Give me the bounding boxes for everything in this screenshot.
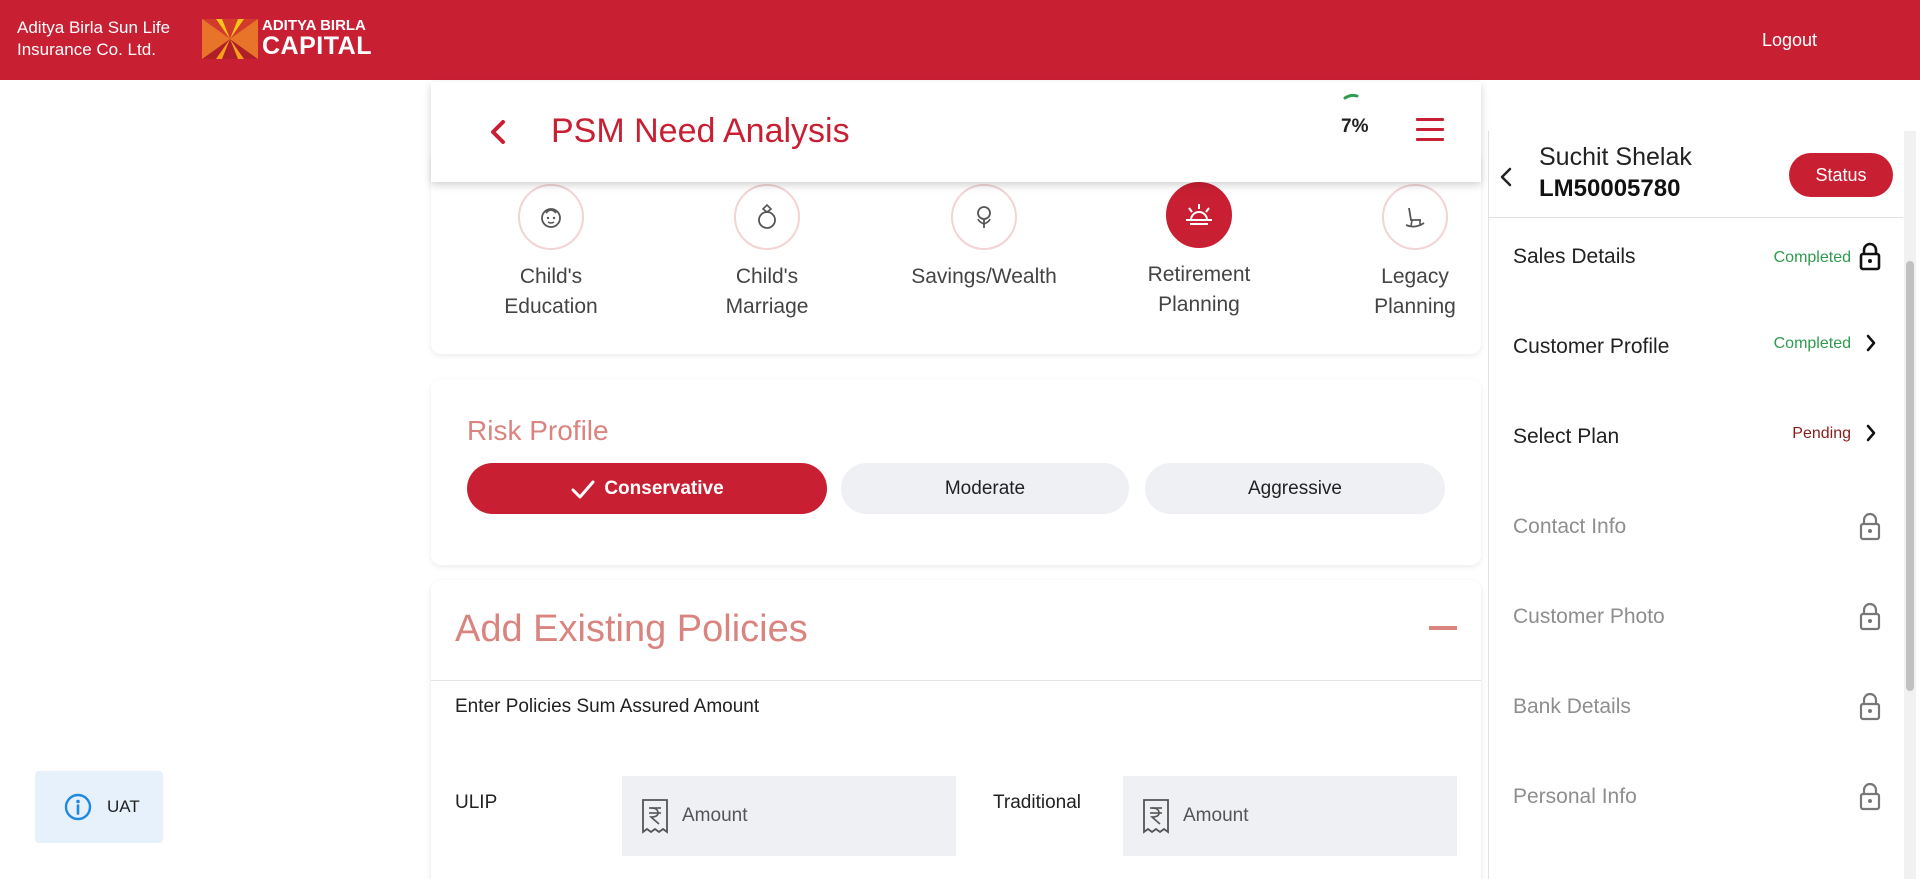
existing-policies-card: Add Existing Policies Enter Policies Sum… bbox=[431, 580, 1481, 879]
logo-text-line2: CAPITAL bbox=[262, 32, 372, 60]
goal-childs-education[interactable]: Child's Education bbox=[476, 184, 626, 322]
panel-scrollbar[interactable] bbox=[1904, 131, 1916, 879]
divider bbox=[431, 680, 1481, 681]
goal-label-line1: Child's bbox=[735, 265, 799, 288]
money-plant-icon bbox=[951, 184, 1017, 250]
traditional-amount-input[interactable]: Amount bbox=[1123, 776, 1457, 856]
environment-label: UAT bbox=[107, 797, 140, 816]
goal-childs-marriage[interactable]: Child's Marriage bbox=[692, 184, 842, 322]
risk-option-aggressive[interactable]: Aggressive bbox=[1145, 463, 1445, 514]
step-label: Select Plan bbox=[1513, 425, 1620, 448]
aditya-birla-capital-logo: ADITYA BIRLA CAPITAL bbox=[202, 18, 372, 59]
lock-icon bbox=[1859, 692, 1881, 721]
step-label: Contact Info bbox=[1513, 515, 1627, 538]
baby-icon bbox=[518, 184, 584, 250]
chevron-left-icon[interactable] bbox=[1499, 165, 1513, 189]
goal-label-line1: Retirement bbox=[1147, 263, 1251, 286]
goal-label-line1: Child's bbox=[519, 265, 583, 288]
risk-profile-card: Risk Profile Conservative Moderate Aggre… bbox=[431, 379, 1481, 565]
step-label: Bank Details bbox=[1513, 695, 1631, 718]
risk-option-conservative[interactable]: Conservative bbox=[467, 463, 827, 514]
goal-label-line1: Savings/Wealth bbox=[911, 265, 1057, 288]
rocking-chair-icon bbox=[1382, 184, 1448, 250]
goal-retirement-planning[interactable]: Retirement Planning bbox=[1124, 182, 1274, 320]
logo-text-line1: ADITYA BIRLA bbox=[262, 17, 366, 34]
existing-policies-title: Add Existing Policies bbox=[455, 608, 808, 650]
chevron-left-icon[interactable] bbox=[485, 114, 511, 150]
ulip-label: ULIP bbox=[455, 792, 498, 813]
collapse-minus-icon[interactable] bbox=[1429, 626, 1457, 630]
step-personal-info: Personal Info bbox=[1489, 767, 1903, 827]
goal-label-line2: Marriage bbox=[725, 295, 809, 318]
insurer-name-line2: Insurance Co. Ltd. bbox=[17, 40, 156, 59]
sunset-icon bbox=[1166, 182, 1232, 248]
step-sales-details[interactable]: Sales Details Completed bbox=[1489, 227, 1903, 287]
goal-savings-wealth[interactable]: Savings/Wealth bbox=[909, 184, 1059, 292]
rupee-receipt-icon bbox=[1143, 799, 1169, 834]
insurer-name: Aditya Birla Sun Life Insurance Co. Ltd. bbox=[17, 17, 187, 61]
customer-id: LM50005780 bbox=[1539, 175, 1681, 202]
step-customer-photo: Customer Photo bbox=[1489, 587, 1903, 647]
step-select-plan[interactable]: Select Plan Pending bbox=[1489, 407, 1903, 467]
lock-icon bbox=[1859, 242, 1881, 271]
customer-name: Suchit Shelak bbox=[1539, 143, 1692, 171]
progress-ring-icon bbox=[1343, 93, 1359, 100]
goal-label-line2: Planning bbox=[1158, 293, 1240, 316]
logout-button[interactable]: Logout bbox=[1762, 30, 1817, 51]
traditional-amount-placeholder: Amount bbox=[1183, 805, 1249, 826]
ulip-amount-input[interactable]: Amount bbox=[622, 776, 956, 856]
info-icon bbox=[64, 793, 92, 821]
scrollbar-thumb[interactable] bbox=[1906, 261, 1914, 691]
rupee-receipt-icon bbox=[642, 799, 668, 834]
step-status: Pending bbox=[1792, 425, 1851, 442]
risk-option-label: Conservative bbox=[604, 477, 724, 499]
lock-icon bbox=[1859, 602, 1881, 631]
risk-option-label: Moderate bbox=[944, 477, 1026, 499]
risk-option-label: Aggressive bbox=[1248, 477, 1342, 499]
goal-label-line1: Legacy bbox=[1381, 265, 1449, 288]
traditional-label: Traditional bbox=[993, 792, 1082, 813]
step-customer-profile[interactable]: Customer Profile Completed bbox=[1489, 317, 1903, 377]
top-header-bar: Aditya Birla Sun Life Insurance Co. Ltd.… bbox=[0, 0, 1920, 80]
sunburst-logo-icon bbox=[202, 18, 258, 59]
progress-percentage: 7% bbox=[1341, 116, 1369, 137]
step-bank-details: Bank Details bbox=[1489, 677, 1903, 737]
step-label: Personal Info bbox=[1513, 785, 1637, 808]
step-label: Customer Photo bbox=[1513, 605, 1665, 628]
step-status: Completed bbox=[1773, 249, 1851, 266]
page-title-bar: PSM Need Analysis 7% bbox=[431, 82, 1481, 182]
lock-icon bbox=[1859, 512, 1881, 541]
check-icon bbox=[571, 480, 595, 498]
lock-icon bbox=[1859, 782, 1881, 811]
step-status: Completed bbox=[1773, 335, 1851, 352]
ring-icon bbox=[734, 184, 800, 250]
risk-profile-title: Risk Profile bbox=[467, 415, 609, 446]
chevron-right-icon bbox=[1866, 334, 1876, 352]
hamburger-icon[interactable] bbox=[1416, 118, 1444, 142]
goal-label-line2: Education bbox=[504, 295, 598, 318]
goal-legacy-planning[interactable]: Legacy Planning bbox=[1340, 184, 1490, 322]
status-button[interactable]: Status bbox=[1789, 153, 1893, 197]
goal-label-line2: Planning bbox=[1374, 295, 1456, 318]
application-steps-panel: Suchit Shelak LM50005780 Status Sales De… bbox=[1488, 131, 1903, 879]
step-contact-info: Contact Info bbox=[1489, 497, 1903, 557]
page-title: PSM Need Analysis bbox=[551, 112, 850, 150]
chevron-right-icon bbox=[1866, 424, 1876, 442]
policies-subtitle: Enter Policies Sum Assured Amount bbox=[455, 696, 760, 717]
divider bbox=[1489, 217, 1903, 218]
ulip-amount-placeholder: Amount bbox=[682, 805, 748, 826]
insurer-name-line1: Aditya Birla Sun Life bbox=[17, 18, 171, 37]
step-label: Sales Details bbox=[1513, 245, 1636, 268]
risk-option-moderate[interactable]: Moderate bbox=[841, 463, 1129, 514]
environment-badge: UAT bbox=[35, 771, 163, 843]
step-label: Customer Profile bbox=[1513, 335, 1670, 358]
